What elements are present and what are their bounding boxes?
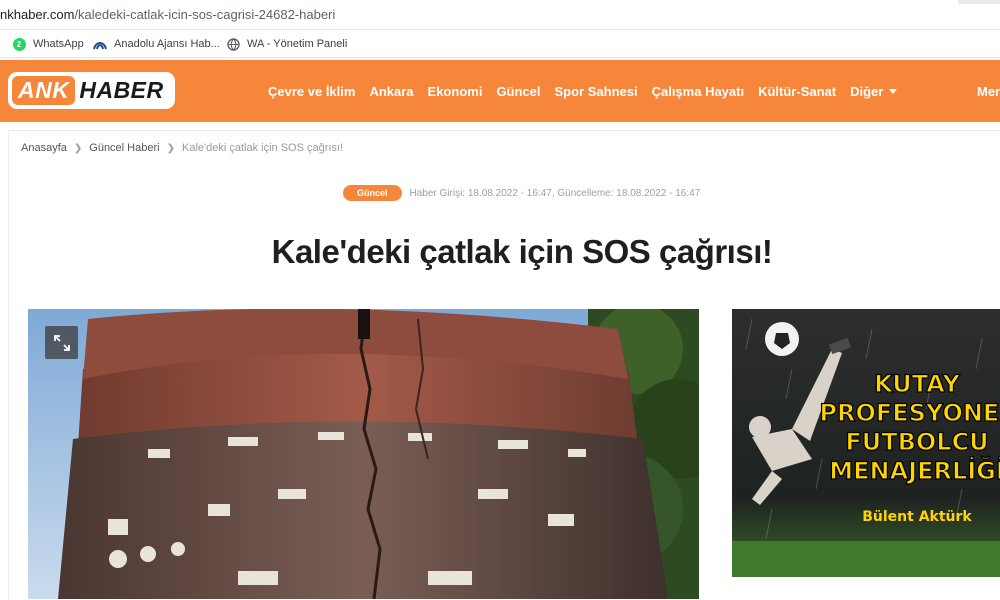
ad-signature: Bülent Aktürk (862, 509, 972, 525)
logo-haber: HABER (79, 77, 164, 103)
expand-icon[interactable] (45, 326, 78, 359)
ad-banner[interactable]: KUTAY PROFESYONEL FUTBOLCU MENAJERLİĞİ B… (732, 309, 1000, 577)
nav-ekonomi[interactable]: Ekonomi (428, 84, 483, 99)
nav-kultur-sanat[interactable]: Kültür-Sanat (758, 84, 836, 99)
bookmark-wa-yonetim[interactable]: WA - Yönetim Paneli (226, 37, 347, 51)
category-badge[interactable]: Güncel (343, 185, 402, 201)
ad-line-2: PROFESYONEL (819, 399, 1000, 427)
ad-line-3: FUTBOLCU (845, 428, 988, 456)
bookmark-whatsapp[interactable]: 2 WhatsApp (12, 37, 84, 51)
chevron-down-icon (889, 89, 898, 94)
nav-ankara[interactable]: Ankara (369, 84, 413, 99)
browser-url-bar[interactable]: nkhaber.com/kaledeki-catlak-icin-sos-cag… (0, 0, 1000, 30)
bookmark-label: WA - Yönetim Paneli (247, 38, 348, 50)
chevron-right-icon: ❯ (73, 142, 83, 154)
nav-guncel[interactable]: Güncel (496, 84, 540, 99)
ad-line-4: MENAJERLİĞİ (829, 455, 1000, 485)
logo-ank: ANK (12, 76, 76, 105)
chevron-right-icon: ❯ (166, 142, 175, 154)
whatsapp-icon: 2 (12, 37, 26, 51)
main-nav: Çevre ve İklim Ankara Ekonomi Güncel Spo… (268, 84, 911, 99)
nav-cevre-ve-iklim[interactable]: Çevre ve İklim (268, 84, 355, 99)
bookmark-label: WhatsApp (33, 38, 84, 50)
breadcrumb-current: Kale'deki çatlak için SOS çağrısı! (181, 142, 344, 154)
nav-diger-dropdown[interactable]: Diğer (850, 84, 898, 99)
nav-menu-cut[interactable]: Men (977, 84, 1000, 99)
breadcrumb-home[interactable]: Anasayfa (21, 142, 67, 154)
nav-calisma-hayati[interactable]: Çalışma Hayatı (652, 84, 745, 99)
breadcrumb-category[interactable]: Güncel Haberi (89, 142, 159, 154)
article-meta: Güncel Haber Girişi: 18.08.2022 - 16:47,… (343, 185, 700, 201)
site-header: ANK HABER Çevre ve İklim Ankara Ekonomi … (0, 60, 1000, 122)
article-dates: Haber Girişi: 18.08.2022 - 16:47, Güncel… (409, 187, 701, 199)
breadcrumb: Anasayfa ❯ Güncel Haberi ❯ Kale'deki çat… (21, 142, 343, 154)
globe-icon (226, 37, 240, 51)
anadolu-ajansi-icon (93, 37, 107, 51)
site-logo[interactable]: ANK HABER (8, 72, 175, 109)
ad-line-1: KUTAY (874, 370, 960, 398)
bookmark-anadolu-ajansi[interactable]: Anadolu Ajansı Hab... (93, 37, 220, 51)
bookmarks-bar: 2 WhatsApp Anadolu Ajansı Hab... WA - Yö… (0, 30, 1000, 58)
browser-toolbar-edge (958, 0, 1000, 4)
article-title: Kale'deki çatlak için SOS çağrısı! (271, 233, 773, 270)
nav-spor-sahnesi[interactable]: Spor Sahnesi (555, 84, 638, 99)
article-hero-image[interactable] (28, 309, 699, 599)
bookmark-label: Anadolu Ajansı Hab... (114, 38, 220, 50)
url-text[interactable]: nkhaber.com/kaledeki-catlak-icin-sos-cag… (0, 7, 335, 22)
article-content: Anasayfa ❯ Güncel Haberi ❯ Kale'deki çat… (8, 130, 1000, 600)
